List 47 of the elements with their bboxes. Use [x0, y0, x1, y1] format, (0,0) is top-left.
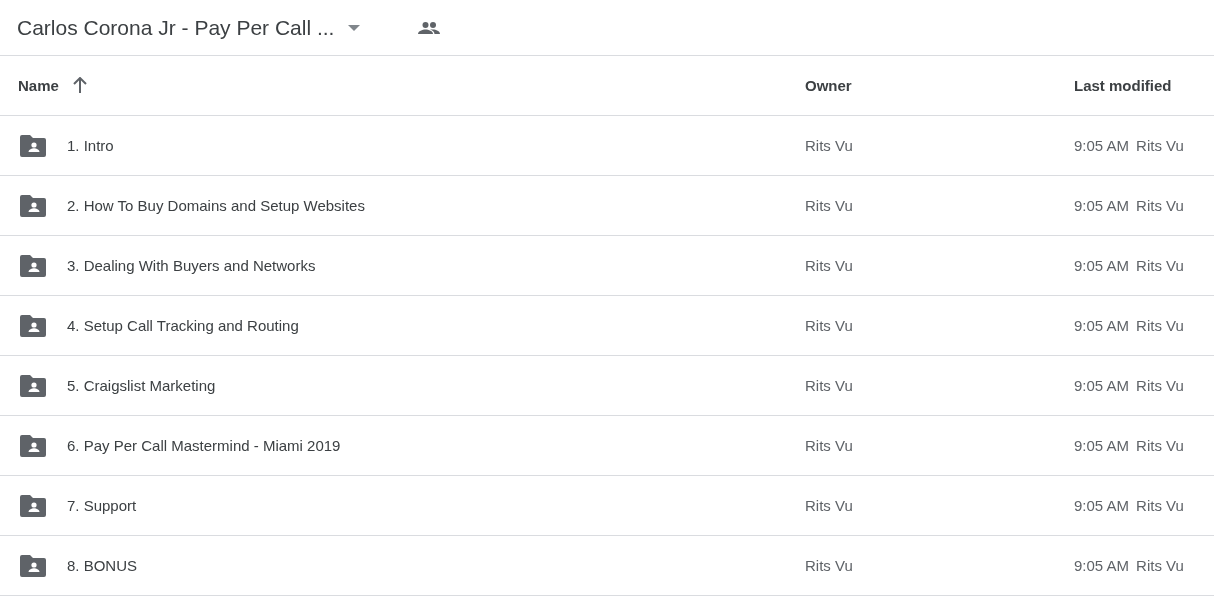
modified-time: 9:05 AM [1074, 377, 1130, 394]
owner-cell: Rits Vu [805, 136, 853, 154]
folder-name[interactable]: 2. How To Buy Domains and Setup Websites [67, 197, 365, 214]
shared-folder-icon [20, 374, 46, 397]
sort-arrow-up-icon[interactable] [72, 77, 87, 93]
shared-folder-icon [20, 314, 46, 337]
folder-name[interactable]: 1. Intro [67, 137, 114, 154]
modified-time: 9:05 AM [1074, 497, 1130, 514]
modified-by: Rits Vu [1136, 557, 1184, 574]
dropdown-caret-icon[interactable] [348, 24, 361, 31]
column-header[interactable]: Owner [805, 76, 852, 94]
folder-name[interactable]: 8. BONUS [67, 557, 138, 574]
folder-name[interactable]: 7. Support [67, 497, 137, 514]
modified-by: Rits Vu [1136, 197, 1184, 214]
column-header[interactable]: Last modified [1074, 76, 1172, 94]
modified-by: Rits Vu [1136, 377, 1184, 394]
folder-name[interactable]: 3. Dealing With Buyers and Networks [67, 257, 316, 274]
modified-time: 9:05 AM [1074, 437, 1130, 454]
modified-by: Rits Vu [1136, 257, 1184, 274]
modified-time: 9:05 AM [1074, 257, 1130, 274]
folder-name[interactable]: 5. Craigslist Marketing [67, 377, 216, 394]
modified-by: Rits Vu [1136, 437, 1184, 454]
people-icon[interactable] [418, 21, 441, 34]
owner-cell: Rits Vu [805, 436, 853, 454]
owner-cell: Rits Vu [805, 556, 853, 574]
owner-cell: Rits Vu [805, 196, 853, 214]
modified-time: 9:05 AM [1074, 137, 1130, 154]
modified-by: Rits Vu [1136, 497, 1184, 514]
owner-cell: Rits Vu [805, 256, 853, 274]
owner-cell: Rits Vu [805, 316, 853, 334]
shared-folder-icon [20, 254, 46, 277]
folder-name[interactable]: 4. Setup Call Tracking and Routing [67, 317, 299, 334]
modified-time: 9:05 AM [1074, 557, 1130, 574]
modified-time: 9:05 AM [1074, 197, 1130, 214]
modified-by: Rits Vu [1136, 137, 1184, 154]
shared-folder-icon [20, 554, 46, 577]
shared-folder-icon [20, 194, 46, 217]
owner-cell: Rits Vu [805, 376, 853, 394]
folder-name[interactable]: 6. Pay Per Call Mastermind - Miami 2019 [67, 437, 341, 454]
modified-by: Rits Vu [1136, 317, 1184, 334]
column-header[interactable]: Name [18, 76, 87, 94]
shared-folder-icon [20, 134, 46, 157]
shared-folder-icon [20, 434, 46, 457]
shared-folder-icon [20, 494, 46, 517]
folder-title[interactable]: Carlos Corona Jr - Pay Per Call ... [17, 15, 335, 40]
modified-time: 9:05 AM [1074, 317, 1130, 334]
owner-cell: Rits Vu [805, 496, 853, 514]
